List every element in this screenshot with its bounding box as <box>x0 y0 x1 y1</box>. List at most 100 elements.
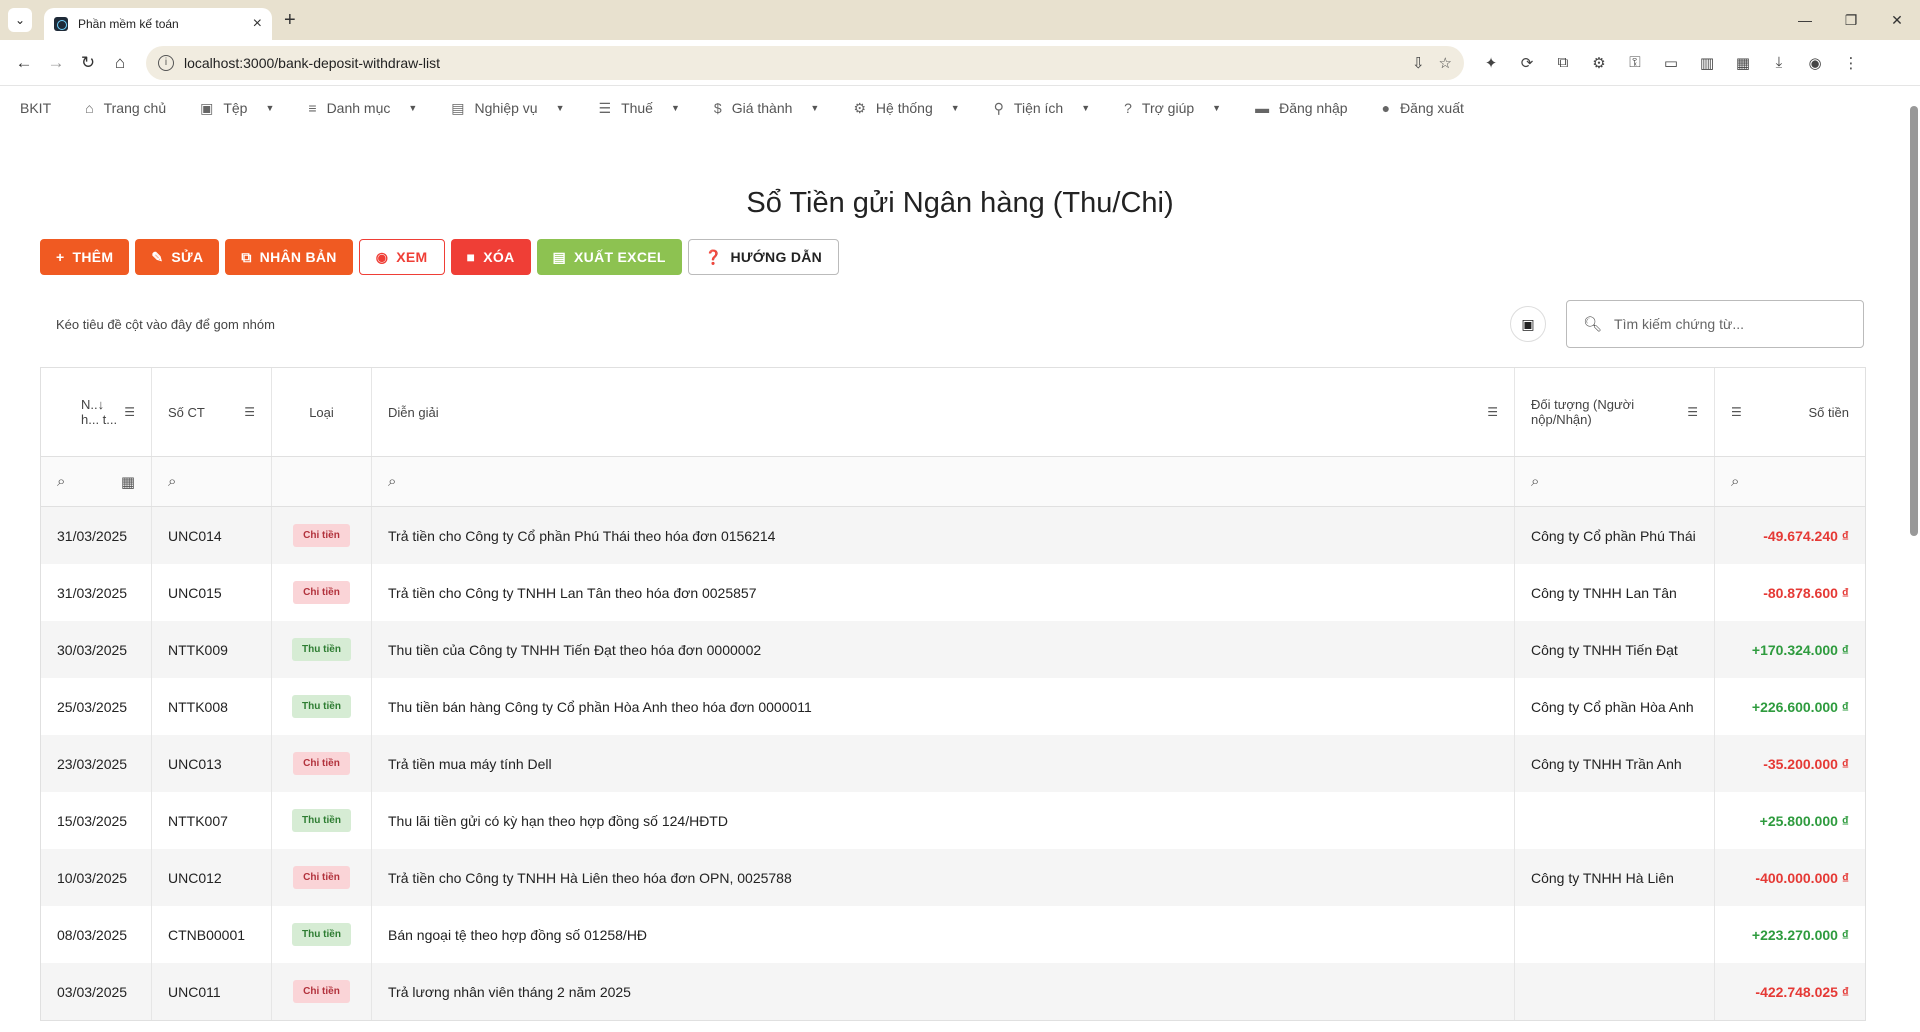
menu-item-login[interactable]: ▬ Đăng nhập <box>1255 100 1348 116</box>
extension-icon[interactable]: ✦ <box>1476 48 1506 78</box>
header-description[interactable]: Diễn giải ☰ <box>372 368 1515 456</box>
restore-icon[interactable]: ❐ <box>1828 0 1874 40</box>
filter-icon[interactable]: ☰ <box>1731 405 1742 419</box>
edit-label: SỬA <box>171 249 204 265</box>
page-scrollbar[interactable] <box>1906 86 1920 1032</box>
amount-text: -49.674.240 ₫ <box>1763 527 1849 544</box>
table-row[interactable]: 31/03/2025 UNC015 Chi tiền Trả tiền cho Côn… <box>41 564 1865 621</box>
reload-icon[interactable]: ↻ <box>72 47 104 79</box>
table-row[interactable]: 30/03/2025 NTTK009 Thu tiền Thu tiền của Cô… <box>41 621 1865 678</box>
browser-tab[interactable]: Phần mềm kế toán × <box>44 8 272 40</box>
type-badge: Thu tiền <box>292 638 351 661</box>
group-panel[interactable]: Kéo tiêu đề cột vào đây để gom nhóm ▣ 🔍︎… <box>40 299 1880 349</box>
home-icon: ⌂ <box>85 100 94 116</box>
filter-doc-no[interactable]: ⌕ <box>152 457 272 506</box>
delete-button[interactable]: ■ XÓA <box>450 239 531 275</box>
extension-icon[interactable]: ⟳ <box>1512 48 1542 78</box>
install-app-icon[interactable]: ⇩ <box>1412 54 1425 72</box>
table-row[interactable]: 08/03/2025 CTNB00001 Thu tiền Bán ngoại tệ … <box>41 906 1865 963</box>
column-chooser-icon[interactable]: ▣ <box>1510 306 1546 342</box>
back-icon[interactable]: ← <box>8 47 40 79</box>
header-amount[interactable]: ☰ Số tiền <box>1715 368 1865 456</box>
forward-icon[interactable]: → <box>40 47 72 79</box>
site-info-icon[interactable]: i <box>158 54 174 71</box>
filter-icon[interactable]: ☰ <box>124 405 135 419</box>
more-menu-icon[interactable]: ⋮ <box>1836 48 1866 78</box>
filter-icon[interactable]: ☰ <box>244 405 255 419</box>
duplicate-button[interactable]: ⧉ NHÂN BẢN <box>225 239 353 275</box>
menu-item-file[interactable]: ▣ Tệp ▼ <box>200 100 274 117</box>
tab-search-icon[interactable]: ⌄ <box>8 8 32 32</box>
export-excel-button[interactable]: ▤ XUẤT EXCEL <box>536 239 682 275</box>
table-row[interactable]: 25/03/2025 NTTK008 Thu tiền Thu tiền bán hà… <box>41 678 1865 735</box>
card-icon[interactable]: ▭ <box>1656 48 1686 78</box>
header-doc-no[interactable]: Số CT ☰ <box>152 368 272 456</box>
home-browser-icon[interactable]: ⌂ <box>104 47 136 79</box>
search-icon: ⌕ <box>388 473 397 490</box>
cell-description: Trả tiền cho Công ty TNHH Hà Liên theo h… <box>372 849 1515 906</box>
table-row[interactable]: 10/03/2025 UNC012 Chi tiền Trả tiền cho Côn… <box>41 849 1865 906</box>
cell-date: 03/03/2025 <box>41 963 152 1020</box>
description-text: Thu tiền bán hàng Công ty Cổ phần Hòa An… <box>388 698 812 715</box>
table-row[interactable]: 23/03/2025 UNC013 Chi tiền Trả tiền mua máy… <box>41 735 1865 792</box>
key-icon[interactable]: ⚿ <box>1620 48 1650 78</box>
calendar-icon[interactable]: ▦ <box>121 473 135 491</box>
download-icon[interactable]: ⤓ <box>1764 48 1794 78</box>
header-date[interactable]: N..↓ h... t... ☰ <box>41 368 152 456</box>
filter-party[interactable]: ⌕ <box>1515 457 1715 506</box>
filter-description[interactable]: ⌕ <box>372 457 1515 506</box>
reading-list-icon[interactable]: ▥ <box>1692 48 1722 78</box>
minimize-icon[interactable]: — <box>1782 0 1828 40</box>
save-icon: ▣ <box>200 99 214 116</box>
filter-date[interactable]: ⌕ ▦ <box>41 457 152 506</box>
brand-logo[interactable]: BKIT <box>20 100 51 116</box>
puzzle-icon[interactable]: ⧉ <box>1548 48 1578 78</box>
menu-item-catalog[interactable]: ≡ Danh mục ▼ <box>308 100 417 116</box>
menu-item-cost[interactable]: $ Giá thành ▼ <box>714 100 819 116</box>
header-label: Đối tượng (Người nộp/Nhận) <box>1531 397 1635 427</box>
filter-icon[interactable]: ☰ <box>1687 405 1698 419</box>
menu-item-home[interactable]: ⌂ Trang chủ <box>85 100 166 116</box>
menu-item-help[interactable]: ? Trợ giúp ▼ <box>1124 100 1221 116</box>
excel-file-icon: ▤ <box>552 248 567 265</box>
profile-icon[interactable]: ◉ <box>1800 48 1830 78</box>
list-icon: ≡ <box>308 100 317 116</box>
view-button[interactable]: ◉ XEM <box>358 239 445 275</box>
table-row[interactable]: 03/03/2025 UNC011 Chi tiền Trả lương nhân v… <box>41 963 1865 1020</box>
bookmark-star-icon[interactable]: ☆ <box>1439 54 1452 72</box>
add-button[interactable]: + THÊM <box>40 239 130 275</box>
header-type[interactable]: Loại <box>272 368 372 456</box>
type-badge: Thu tiền <box>292 809 351 832</box>
description-text: Trả tiền cho Công ty Cổ phần Phú Thái th… <box>388 527 776 544</box>
search-input[interactable]: 🔍︎ Tìm kiếm chứng từ... <box>1566 300 1864 348</box>
side-panel-icon[interactable]: ▦ <box>1728 48 1758 78</box>
menu-item-business[interactable]: ▤ Nghiệp vụ ▼ <box>451 100 564 117</box>
menu-item-system[interactable]: ⚙ Hệ thống ▼ <box>853 100 959 117</box>
date-text: 08/03/2025 <box>57 926 128 943</box>
scrollbar-thumb[interactable] <box>1910 106 1918 536</box>
caret-down-icon: ▼ <box>1212 103 1222 113</box>
header-label: N..↓ h... t... <box>81 397 118 427</box>
url-text[interactable]: localhost:3000/bank-deposit-withdraw-lis… <box>184 55 1412 71</box>
menu-item-tax[interactable]: ☰ Thuế ▼ <box>599 100 680 117</box>
table-row[interactable]: 31/03/2025 UNC014 Chi tiền Trả tiền cho Côn… <box>41 507 1865 564</box>
cell-doc-no: UNC015 <box>152 564 272 621</box>
header-party[interactable]: Đối tượng (Người nộp/Nhận) ☰ <box>1515 368 1715 456</box>
cell-party: Công ty TNHH Lan Tân <box>1515 564 1715 621</box>
edit-button[interactable]: ✎ SỬA <box>135 239 220 275</box>
menu-item-logout[interactable]: ● Đăng xuất <box>1382 100 1464 116</box>
close-tab-icon[interactable]: × <box>253 15 262 33</box>
new-tab-icon[interactable]: + <box>284 9 296 32</box>
filter-amount[interactable]: ⌕ <box>1715 457 1865 506</box>
menu-item-utilities[interactable]: ⚲ Tiện ích ▼ <box>994 100 1090 117</box>
action-toolbar: + THÊM ✎ SỬA ⧉ NHÂN BẢN ◉ XEM ■ XÓA ▤ XUẤT EXC… <box>40 239 1880 275</box>
guide-button[interactable]: ❓ HƯỚNG DẪN <box>687 239 840 275</box>
filter-icon[interactable]: ☰ <box>1487 405 1498 419</box>
url-field[interactable]: i localhost:3000/bank-deposit-withdraw-l… <box>146 45 1464 80</box>
close-window-icon[interactable]: ✕ <box>1874 0 1920 40</box>
checklist-icon: ☰ <box>598 99 612 116</box>
cell-doc-no: NTTK007 <box>152 792 272 849</box>
cell-party <box>1515 792 1715 849</box>
translate-icon[interactable]: ⚙ <box>1584 48 1614 78</box>
table-row[interactable]: 15/03/2025 NTTK007 Thu tiền Thu lãi tiền gử… <box>41 792 1865 849</box>
